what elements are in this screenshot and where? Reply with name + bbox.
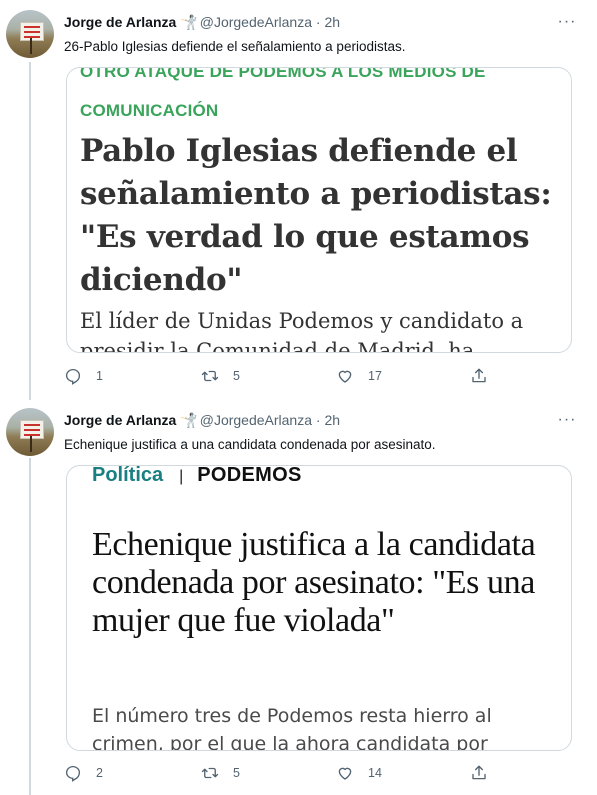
card-lead: El líder de Unidas Podemos y candidato a	[80, 309, 524, 333]
avatar[interactable]	[6, 10, 54, 58]
card-section: Política	[92, 465, 164, 486]
avatar-sign	[20, 22, 44, 41]
card-section-separator: |	[179, 468, 184, 485]
avatar-sign-post	[30, 436, 32, 452]
more-options-icon[interactable]: ···	[557, 410, 577, 430]
card-headline: Echenique justifica a la candidata conde…	[92, 526, 536, 639]
author-handle[interactable]: @JorgedeArlanza	[200, 412, 312, 428]
reply-icon	[65, 368, 81, 385]
retweet-button[interactable]: 5	[201, 366, 240, 386]
share-icon	[472, 765, 486, 780]
tweet-header: Jorge de Arlanza 🤺 @JorgedeArlanza · 2h	[64, 12, 340, 32]
author-name[interactable]: Jorge de Arlanza	[64, 14, 176, 30]
card-kicker: OTRO ATAQUE DE PODEMOS A LOS MEDIOS DE	[80, 67, 486, 81]
tweet-timestamp[interactable]: 2h	[324, 412, 340, 428]
card-kicker: COMUNICACIÓN	[80, 101, 219, 120]
card-lead: crimen, por el que la ahora candidata po…	[92, 733, 488, 751]
reply-button[interactable]: 1	[64, 366, 103, 386]
avatar-sign	[20, 420, 44, 439]
card-lead: presidir la Comunidad de Madrid, ha	[80, 339, 475, 353]
tweet[interactable]: Jorge de Arlanza 🤺 @JorgedeArlanza · 2h ··…	[0, 0, 597, 400]
card-headline: Pablo Iglesias defiende el señalamiento …	[80, 133, 552, 298]
like-count: 14	[368, 766, 382, 780]
heart-icon	[338, 370, 352, 383]
retweet-icon	[201, 767, 219, 779]
like-button[interactable]: 17	[336, 366, 382, 386]
tweet-timestamp[interactable]: 2h	[324, 14, 340, 30]
author-handle[interactable]: @JorgedeArlanza	[200, 14, 312, 30]
separator-dot: ·	[315, 412, 321, 428]
author-name[interactable]: Jorge de Arlanza	[64, 412, 176, 428]
tweet-actions: 2 5 14	[64, 763, 504, 783]
retweet-icon	[201, 370, 219, 382]
tweet-actions: 1 5 17	[64, 366, 504, 386]
tweet-text: 26-Pablo Iglesias defiende el señalamien…	[64, 39, 406, 54]
link-card[interactable]: Política | PODEMOS Echenique justifica a l…	[66, 465, 572, 751]
like-button[interactable]: 14	[336, 763, 382, 783]
reply-count: 1	[96, 369, 103, 383]
retweet-button[interactable]: 5	[201, 763, 240, 783]
avatar[interactable]	[6, 408, 54, 456]
share-button[interactable]	[470, 366, 488, 386]
like-count: 17	[368, 369, 382, 383]
card-lead: El número tres de Podemos resta hierro a…	[92, 705, 492, 727]
tweet-header: Jorge de Arlanza 🤺 @JorgedeArlanza · 2h	[64, 410, 340, 430]
retweet-count: 5	[233, 766, 240, 780]
tweet-text: Echenique justifica a una candidata cond…	[64, 437, 436, 452]
link-card[interactable]: OTRO ATAQUE DE PODEMOS A LOS MEDIOS DE C…	[66, 67, 572, 353]
retweet-count: 5	[233, 369, 240, 383]
card-section-bar: Política | PODEMOS	[92, 465, 302, 490]
more-options-icon[interactable]: ···	[557, 12, 577, 32]
reply-count: 2	[96, 766, 103, 780]
separator-dot: ·	[315, 14, 321, 30]
tweet[interactable]: Jorge de Arlanza 🤺 @JorgedeArlanza · 2h ··…	[0, 400, 597, 795]
share-icon	[472, 368, 486, 383]
reply-button[interactable]: 2	[64, 763, 103, 783]
author-badge-icon: 🤺	[180, 412, 198, 428]
avatar-sign-post	[30, 38, 32, 54]
card-tag: PODEMOS	[197, 465, 302, 486]
reply-icon	[65, 765, 81, 782]
author-badge-icon: 🤺	[180, 14, 198, 30]
share-button[interactable]	[470, 763, 488, 783]
heart-icon	[338, 767, 352, 780]
